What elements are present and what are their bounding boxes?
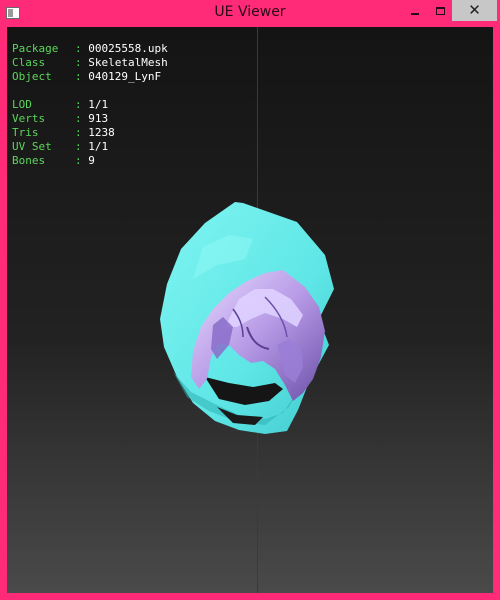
info-row-uv-set: UV Set : 1/1 [12,140,109,153]
minimize-icon [411,12,419,15]
3d-viewport[interactable]: Package: 00025558.upk Class : SkeletalMe… [7,27,493,593]
app-window: UE Viewer ✕ Package: 00025558.upk Class… [0,0,500,600]
info-row-verts: Verts : 913 [12,112,109,125]
minimize-button[interactable] [402,0,428,21]
info-row-tris: Tris : 1238 [12,126,115,139]
info-row-class: Class : SkeletalMesh [12,56,168,69]
maximize-button[interactable] [428,0,452,21]
info-row-object: Object : 040129_LynF [12,70,162,83]
title-bar[interactable]: UE Viewer ✕ [0,0,500,27]
close-icon: ✕ [468,1,481,19]
info-row-bones: Bones : 9 [12,154,95,167]
maximize-icon [435,6,445,15]
close-button[interactable]: ✕ [452,0,497,21]
info-row-package: Package: 00025558.upk [12,42,168,55]
info-row-lod: LOD : 1/1 [12,98,109,111]
mesh-info-panel: Package: 00025558.upk Class : SkeletalMe… [12,42,168,168]
